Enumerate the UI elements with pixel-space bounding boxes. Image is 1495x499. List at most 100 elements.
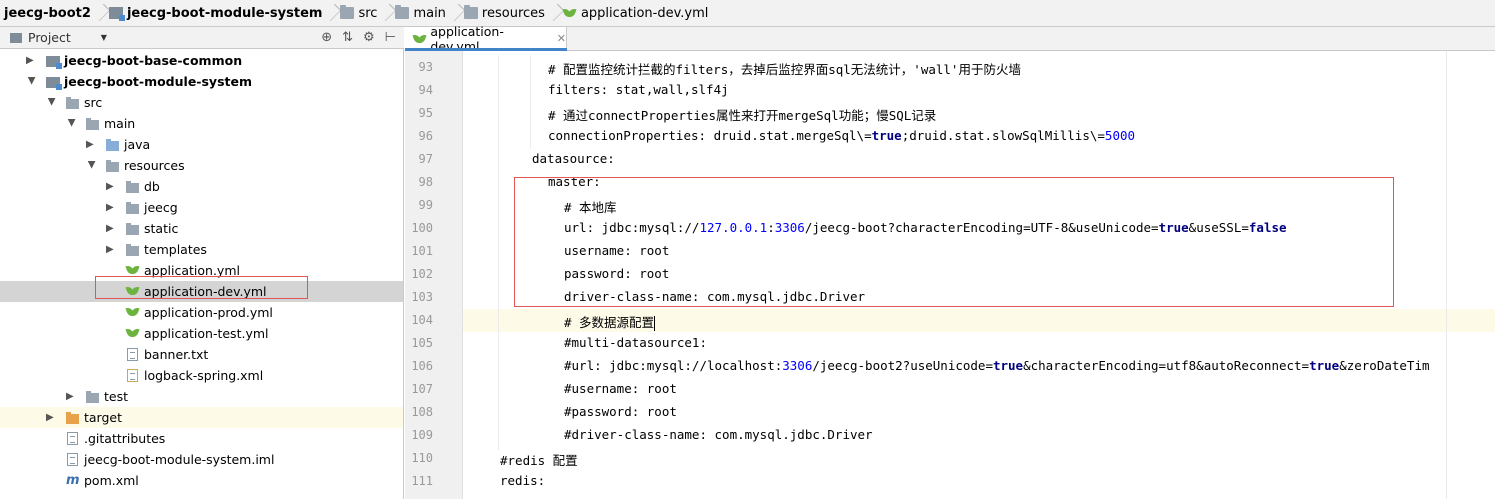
line-number: 99	[418, 198, 433, 212]
close-icon[interactable]: ✕	[557, 32, 566, 45]
folder-icon	[126, 202, 139, 214]
tree-item-java[interactable]: ▶ java	[0, 134, 403, 155]
tree-item-jeecg[interactable]: ▶ jeecg	[0, 197, 403, 218]
comment-text: /jeecg-boot2?useUnicode=	[812, 358, 993, 373]
code-line-107: #username: root	[564, 381, 677, 396]
tree-item-label: .gitattributes	[84, 431, 166, 446]
breadcrumb-label: jeecg-boot-module-system	[126, 5, 323, 21]
tree-item-templates[interactable]: ▶ templates	[0, 239, 403, 260]
indent-guide	[498, 55, 499, 450]
folder-icon	[86, 118, 99, 130]
expand-arrow-icon[interactable]: ▶	[106, 244, 116, 255]
comment-text: # 通过connectProperties属性来打开mergeSql功能；慢SQ…	[548, 108, 937, 123]
comment-text: #password: root	[564, 404, 677, 419]
project-tree: ▶ jeecg-boot-base-common ▶ jeecg-boot-modu…	[0, 49, 404, 499]
spring-leaf-icon	[413, 33, 424, 45]
collapse-arrow-icon[interactable]: ▶	[26, 77, 37, 87]
tree-item-jeecg-boot-base-common[interactable]: ▶ jeecg-boot-base-common	[0, 50, 403, 71]
project-panel-header: Project ▼ ⊕ ⇅ ⚙ ⊢	[0, 27, 404, 49]
locate-file-icon[interactable]: ⊕	[321, 30, 332, 45]
tree-item-logback-spring-xml[interactable]: logback-spring.xml	[0, 365, 403, 386]
expand-arrow-icon[interactable]: ▶	[46, 412, 56, 423]
tree-item-label: resources	[124, 158, 185, 173]
settings-gear-icon[interactable]: ⚙	[363, 30, 375, 45]
tree-item-label: db	[144, 179, 160, 194]
tree-item-label: application-test.yml	[144, 326, 269, 341]
comment-text: #driver-class-name: com.mysql.jdbc.Drive…	[564, 427, 873, 442]
collapse-arrow-icon[interactable]: ▶	[86, 161, 97, 171]
line-number: 97	[418, 152, 433, 166]
indent-guide	[530, 55, 531, 149]
tree-item-label: logback-spring.xml	[144, 368, 264, 383]
hide-panel-icon[interactable]: ⊢	[385, 30, 396, 45]
line-number: 109	[411, 428, 433, 442]
expand-arrow-icon[interactable]: ▶	[106, 181, 116, 192]
tree-item-label: jeecg	[144, 200, 178, 215]
line-number: 107	[411, 382, 433, 396]
expand-arrow-icon[interactable]: ▶	[106, 223, 116, 234]
tree-item-db[interactable]: ▶ db	[0, 176, 403, 197]
expand-arrow-icon[interactable]: ▶	[106, 202, 116, 213]
tree-item-label: templates	[144, 242, 207, 257]
breadcrumb-item-src[interactable]: src	[336, 0, 383, 27]
collapse-arrow-icon[interactable]: ▶	[46, 98, 57, 108]
tree-item-label: target	[84, 410, 123, 425]
code-line-94: filters: stat,wall,slf4j	[548, 82, 729, 97]
module-icon	[46, 77, 62, 90]
folder-icon	[395, 5, 410, 19]
project-icon	[10, 32, 22, 43]
line-number: 98	[418, 175, 433, 189]
tree-item-label: src	[84, 95, 103, 110]
comment-text: &characterEncoding=utf8&autoReconnect=	[1023, 358, 1310, 373]
xml-file-icon	[127, 369, 138, 382]
comment-text: #redis 配置	[500, 453, 578, 468]
tree-item-module-iml[interactable]: jeecg-boot-module-system.iml	[0, 449, 403, 470]
tree-item-target[interactable]: ▶ target	[0, 407, 403, 428]
expand-arrow-icon[interactable]: ▶	[26, 55, 36, 66]
tree-item-application-test-yml[interactable]: application-test.yml	[0, 323, 403, 344]
expand-arrow-icon[interactable]: ▶	[86, 139, 96, 150]
tree-item-label: java	[124, 137, 151, 152]
line-number: 100	[411, 221, 433, 235]
line-number: 104	[411, 313, 433, 327]
resources-folder-icon	[106, 160, 119, 172]
comment-text: #username: root	[564, 381, 677, 396]
tree-item-static[interactable]: ▶ static	[0, 218, 403, 239]
breadcrumb-label: main	[413, 5, 446, 21]
collapse-all-icon[interactable]: ⇅	[342, 30, 353, 45]
breadcrumb-item-module[interactable]: jeecg-boot-module-system	[105, 0, 329, 27]
tree-item-test[interactable]: ▶ test	[0, 386, 403, 407]
keyword-true: true	[992, 358, 1024, 373]
code-line-97: datasource:	[532, 151, 615, 166]
tree-item-label: jeecg-boot-module-system.iml	[84, 452, 275, 467]
tree-item-pom-xml[interactable]: m pom.xml	[0, 470, 403, 491]
tree-item-application-prod-yml[interactable]: application-prod.yml	[0, 302, 403, 323]
code-line-108: #password: root	[564, 404, 677, 419]
project-view-selector[interactable]: Project ▼	[10, 30, 107, 45]
collapse-arrow-icon[interactable]: ▶	[66, 119, 77, 129]
folder-icon	[86, 391, 99, 403]
tree-item-jeecg-boot-module-system[interactable]: ▶ jeecg-boot-module-system	[0, 71, 403, 92]
tree-item-resources[interactable]: ▶ resources	[0, 155, 403, 176]
spring-leaf-icon	[126, 327, 138, 339]
iml-file-icon	[67, 453, 78, 466]
tree-item-banner-txt[interactable]: banner.txt	[0, 344, 403, 365]
expand-arrow-icon[interactable]: ▶	[66, 391, 76, 402]
tree-item-label: application-prod.yml	[144, 305, 273, 320]
code-text: redis:	[500, 473, 546, 488]
breadcrumb-label: jeecg-boot2	[4, 5, 91, 21]
line-number: 93	[418, 60, 433, 74]
breadcrumb-label: application-dev.yml	[580, 5, 709, 21]
tree-item-label: pom.xml	[84, 473, 139, 488]
tab-application-dev-yml[interactable]: application-dev.yml ✕	[405, 24, 567, 54]
breadcrumb-item-file[interactable]: application-dev.yml	[559, 0, 714, 27]
source-folder-icon	[106, 139, 119, 151]
tree-item-main[interactable]: ▶ main	[0, 113, 403, 134]
tree-item-gitattributes[interactable]: .gitattributes	[0, 428, 403, 449]
project-panel-title: Project	[28, 30, 71, 45]
tree-item-src[interactable]: ▶ src	[0, 92, 403, 113]
breadcrumb-label: src	[358, 5, 378, 21]
breadcrumb-item-project[interactable]: jeecg-boot2	[0, 0, 97, 27]
folder-icon	[126, 181, 139, 193]
excluded-folder-icon	[66, 412, 79, 424]
